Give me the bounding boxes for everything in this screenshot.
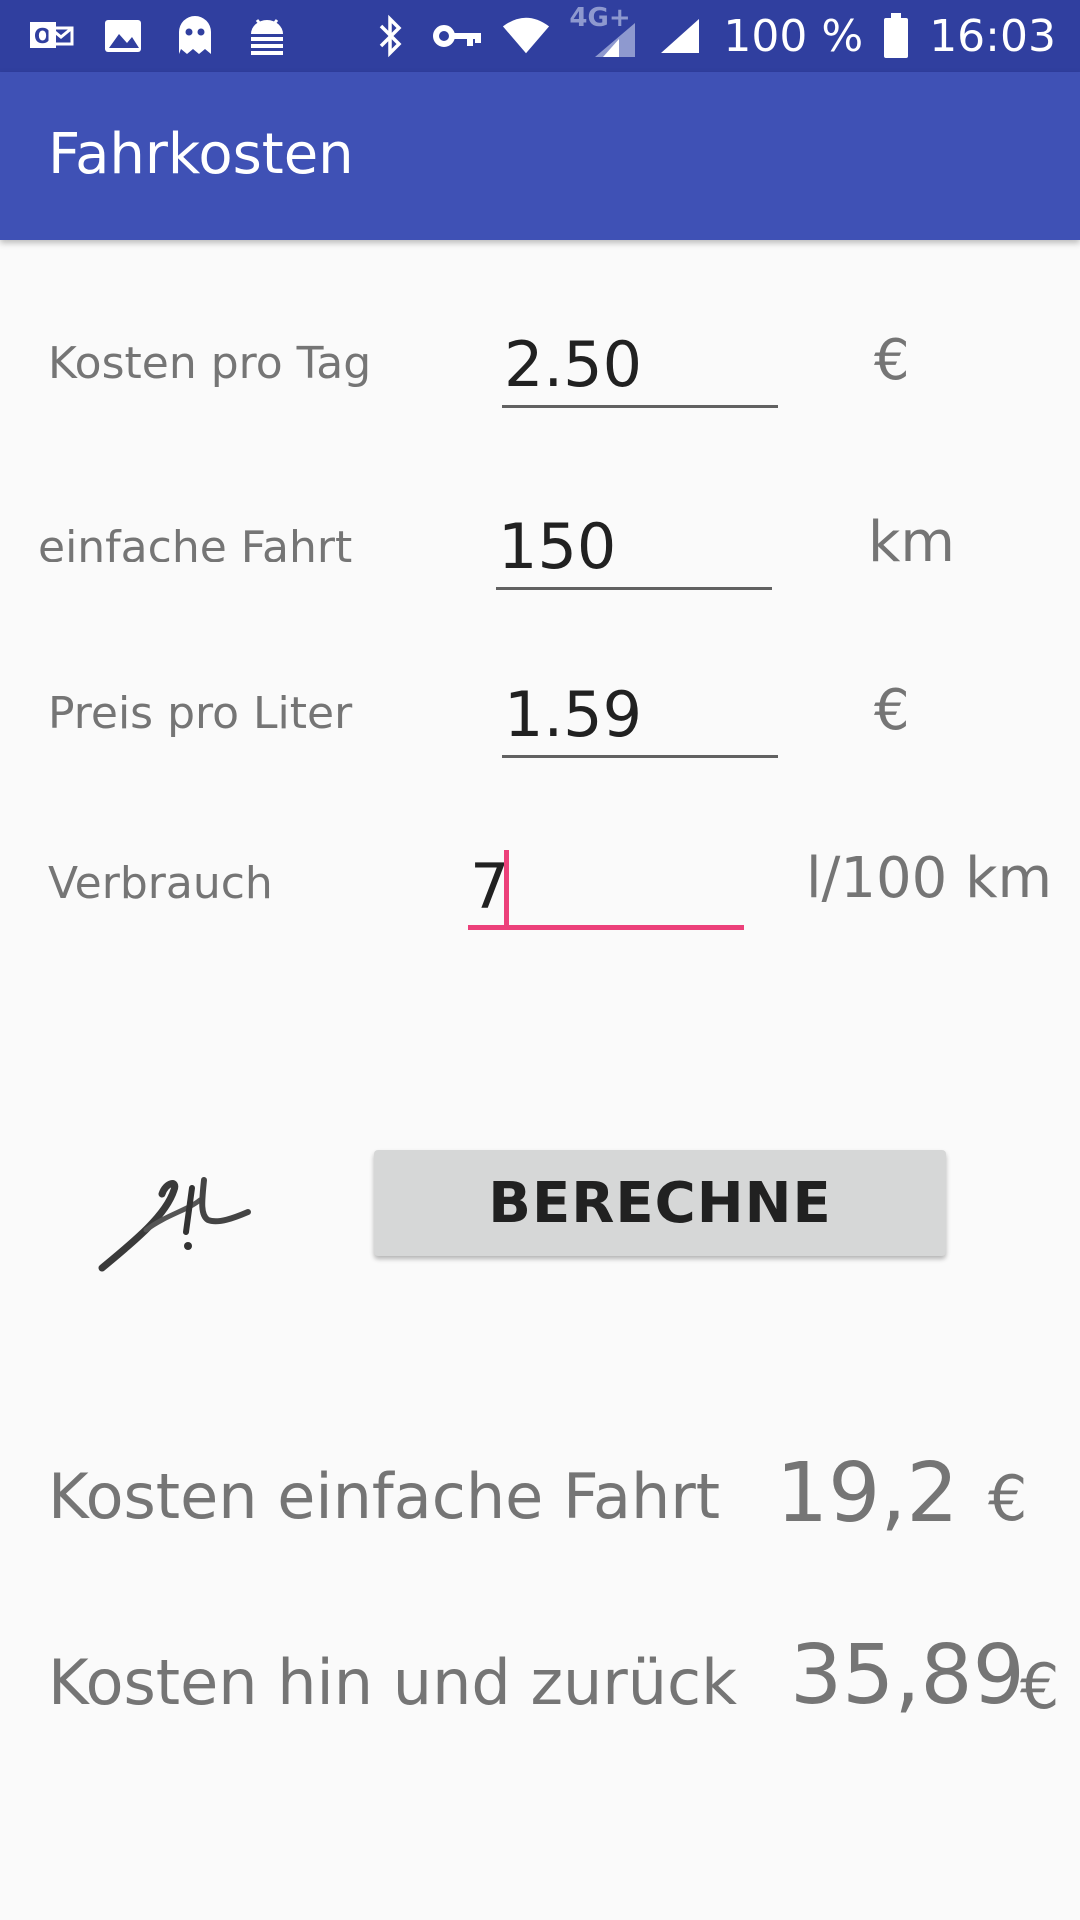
result-one-way-label: Kosten einfache Fahrt	[48, 1460, 721, 1533]
svg-text:O: O	[34, 24, 51, 48]
battery-icon	[881, 11, 911, 61]
signal-4g-icon: 4G+	[569, 3, 637, 61]
bluetooth-icon	[365, 11, 415, 61]
signal-icon	[655, 11, 705, 61]
result-round-trip-unit: €	[1020, 1650, 1060, 1723]
status-bar: O 4G+ 100 % 16:03	[0, 0, 1080, 72]
one-way-distance-value: 150	[498, 510, 617, 583]
cost-per-day-value: 2.50	[504, 328, 643, 401]
label-price-per-liter: Preis pro Liter	[48, 688, 353, 739]
ghost-icon	[170, 11, 220, 61]
clock: 16:03	[929, 10, 1056, 62]
price-per-liter-input[interactable]: 1.59	[502, 668, 778, 758]
key-icon	[433, 11, 483, 61]
signature-logo-icon	[96, 1160, 256, 1280]
unit-euro: €	[874, 678, 910, 743]
result-round-trip-value: 35,89	[790, 1628, 1025, 1723]
label-one-way-distance: einfache Fahrt	[38, 522, 353, 562]
one-way-distance-input[interactable]: 150	[496, 500, 772, 590]
price-per-liter-value: 1.59	[504, 678, 643, 751]
text-cursor	[504, 850, 509, 928]
image-icon	[98, 11, 148, 61]
app-bar: Fahrkosten	[0, 72, 1080, 240]
result-one-way-unit: €	[988, 1462, 1028, 1535]
input-underline	[468, 925, 744, 930]
unit-km: km	[868, 510, 955, 575]
input-underline	[502, 405, 778, 408]
android-debug-icon	[242, 11, 292, 61]
result-round-trip-label: Kosten hin und zurück	[48, 1646, 738, 1719]
status-bar-right-icons: 4G+ 100 % 16:03	[365, 0, 1056, 72]
status-bar-left-icons: O	[26, 0, 292, 72]
input-underline	[502, 755, 778, 758]
mail-icon: O	[26, 11, 76, 61]
consumption-input[interactable]: 7	[468, 840, 744, 930]
result-one-way-value: 19,2	[776, 1446, 959, 1541]
calculate-button[interactable]: BERECHNE	[374, 1150, 946, 1256]
wifi-icon	[501, 11, 551, 61]
input-underline	[496, 587, 772, 590]
unit-consumption: l/100 km	[806, 846, 1053, 911]
unit-euro: €	[874, 328, 910, 393]
battery-percent: 100 %	[723, 10, 864, 62]
cost-per-day-input[interactable]: 2.50	[502, 318, 778, 408]
label-cost-per-day: Kosten pro Tag	[48, 338, 372, 389]
label-one-way-clip: einfache Fahrt	[38, 516, 378, 562]
app-title: Fahrkosten	[48, 122, 354, 187]
label-consumption: Verbrauch	[48, 858, 273, 909]
